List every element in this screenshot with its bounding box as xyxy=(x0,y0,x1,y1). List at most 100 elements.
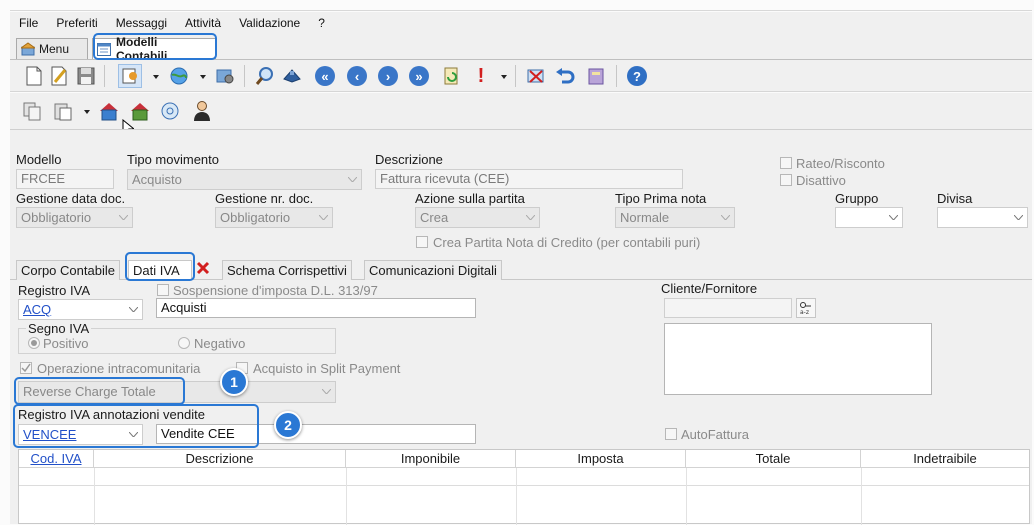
azione-partita-label: Azione sulla partita xyxy=(415,191,525,206)
grid-column-divider xyxy=(94,468,95,525)
highlight-dati-iva-tab xyxy=(125,252,195,281)
autofattura-label: AutoFattura xyxy=(681,427,749,442)
rateo-risconto-label: Rateo/Risconto xyxy=(796,156,885,171)
modello-label: Modello xyxy=(16,152,62,167)
undo-icon[interactable] xyxy=(553,64,577,88)
positivo-radio[interactable] xyxy=(28,337,40,349)
chevron-down-icon[interactable] xyxy=(84,110,90,114)
disattivo-checkbox[interactable] xyxy=(780,174,792,186)
chevron-down-icon xyxy=(885,208,902,227)
sospensione-label: Sospensione d'imposta D.L. 313/97 xyxy=(173,283,378,298)
house-chart-icon[interactable] xyxy=(97,99,121,123)
tipo-prima-nota-select[interactable]: Normale xyxy=(615,207,735,228)
copy-icon[interactable] xyxy=(20,99,44,123)
chevron-down-icon xyxy=(318,382,335,401)
save-icon[interactable] xyxy=(74,64,98,88)
registro-iva-label: Registro IVA xyxy=(18,283,91,298)
grid-header-descrizione[interactable]: Descrizione xyxy=(94,450,346,468)
gestione-data-label: Gestione data doc. xyxy=(16,191,126,206)
previous-record-icon[interactable]: ‹ xyxy=(345,64,369,88)
search-icon[interactable] xyxy=(253,64,277,88)
paste-icon[interactable] xyxy=(51,99,75,123)
menu-attivita[interactable]: Attività xyxy=(176,16,230,30)
toolbar-separator xyxy=(616,65,617,87)
registro-iva-code[interactable]: ACQ xyxy=(23,302,51,317)
copy-record-icon[interactable] xyxy=(118,64,142,88)
crea-partita-checkbox[interactable] xyxy=(416,236,428,248)
chevron-down-icon xyxy=(344,170,361,189)
binoculars-icon[interactable] xyxy=(280,64,304,88)
chevron-down-icon xyxy=(115,208,132,227)
tab-corpo-contabile[interactable]: Corpo Contabile xyxy=(16,260,120,280)
grid-column-divider xyxy=(861,468,862,525)
azione-partita-select[interactable]: Crea xyxy=(415,207,540,228)
tipo-prima-nota-label: Tipo Prima nota xyxy=(615,191,707,206)
menu-bar: File Preferiti Messaggi Attività Validaz… xyxy=(10,12,1032,34)
refresh-icon[interactable] xyxy=(440,64,464,88)
disattivo-label: Disattivo xyxy=(796,173,846,188)
registro-iva-select[interactable]: ACQ xyxy=(18,299,143,320)
delete-record-icon[interactable] xyxy=(524,64,548,88)
callout-1: 1 xyxy=(220,368,248,396)
crea-partita-label: Crea Partita Nota di Credito (per contab… xyxy=(433,235,701,250)
grid-header-imposta[interactable]: Imposta xyxy=(516,450,686,468)
azione-partita-value: Crea xyxy=(420,210,449,225)
gestione-nr-select[interactable]: Obbligatorio xyxy=(215,207,333,228)
menu-messaggi[interactable]: Messaggi xyxy=(107,16,176,30)
sospensione-checkbox[interactable] xyxy=(157,284,169,296)
cliente-fornitore-field[interactable] xyxy=(664,298,792,318)
grid-column-divider xyxy=(686,468,687,525)
first-record-icon[interactable]: « xyxy=(313,64,337,88)
last-record-icon[interactable]: » xyxy=(407,64,431,88)
next-record-icon[interactable]: › xyxy=(376,64,400,88)
user-icon[interactable] xyxy=(190,99,214,123)
tab-schema-corrispettivi[interactable]: Schema Corrispettivi xyxy=(222,260,352,280)
divisa-label: Divisa xyxy=(937,191,973,206)
modello-field[interactable]: FRCEE xyxy=(16,169,114,189)
menu-file[interactable]: File xyxy=(10,16,47,30)
key-lookup-icon[interactable]: a-z xyxy=(796,298,816,318)
svg-text:a-z: a-z xyxy=(800,309,809,315)
intracomunitaria-checkbox[interactable] xyxy=(20,362,32,374)
close-tab-icon[interactable] xyxy=(196,261,210,275)
edit-document-icon[interactable] xyxy=(48,64,72,88)
menu-preferiti[interactable]: Preferiti xyxy=(47,16,106,30)
grid-header-totale[interactable]: Totale xyxy=(686,450,861,468)
archive-icon[interactable] xyxy=(584,64,608,88)
grid-header-imponibile[interactable]: Imponibile xyxy=(346,450,516,468)
chevron-down-icon xyxy=(1010,208,1027,227)
divisa-select[interactable] xyxy=(937,207,1028,228)
rateo-risconto-checkbox[interactable] xyxy=(780,157,792,169)
chevron-down-icon xyxy=(125,300,142,319)
menu-validazione[interactable]: Validazione xyxy=(230,16,309,30)
segno-iva-label: Segno IVA xyxy=(26,321,92,336)
chevron-down-icon[interactable] xyxy=(153,75,159,79)
gruppo-select[interactable] xyxy=(835,207,903,228)
descrizione-field[interactable]: Fattura ricevuta (CEE) xyxy=(375,169,683,189)
autofattura-checkbox[interactable] xyxy=(665,428,677,440)
help-icon[interactable]: ? xyxy=(625,64,649,88)
tipo-movimento-label: Tipo movimento xyxy=(127,152,219,167)
gestione-nr-label: Gestione nr. doc. xyxy=(215,191,314,206)
tipo-movimento-value: Acquisto xyxy=(132,172,182,187)
new-document-icon[interactable] xyxy=(22,64,46,88)
negativo-radio[interactable] xyxy=(178,337,190,349)
alert-icon[interactable]: ! xyxy=(469,64,493,88)
tab-comunicazioni-digitali[interactable]: Comunicazioni Digitali xyxy=(364,260,502,280)
chevron-down-icon xyxy=(717,208,734,227)
tab-menu[interactable]: Menu xyxy=(16,38,88,59)
highlight-modelli-tab xyxy=(93,33,217,60)
settings-gear-icon[interactable] xyxy=(213,64,237,88)
menu-help[interactable]: ? xyxy=(309,16,334,30)
gestione-data-select[interactable]: Obbligatorio xyxy=(16,207,133,228)
tipo-movimento-select[interactable]: Acquisto xyxy=(127,169,362,190)
positivo-label: Positivo xyxy=(43,336,89,351)
target-icon[interactable] xyxy=(158,99,182,123)
chevron-down-icon[interactable] xyxy=(501,75,507,79)
gestione-data-value: Obbligatorio xyxy=(21,210,92,225)
chevron-down-icon[interactable] xyxy=(200,75,206,79)
globe-search-icon[interactable] xyxy=(167,64,191,88)
grid-row[interactable] xyxy=(19,468,1029,486)
grid-header-cod-iva[interactable]: Cod. IVA xyxy=(19,450,94,468)
grid-header-indetraibile[interactable]: Indetraibile xyxy=(861,450,1029,468)
